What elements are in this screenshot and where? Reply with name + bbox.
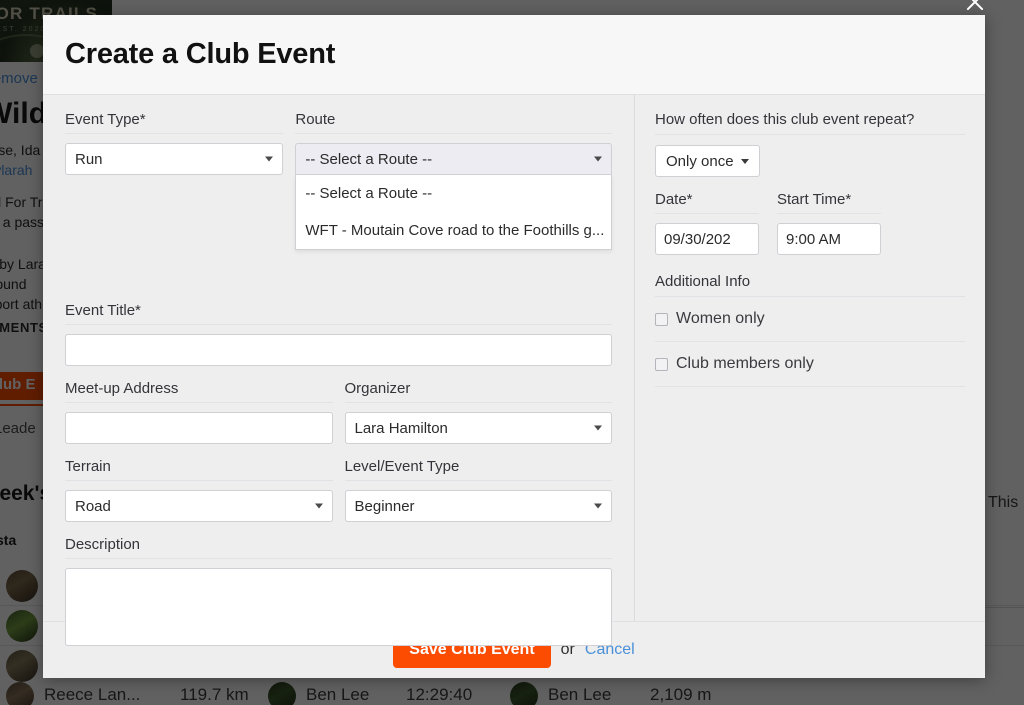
meetup-address-input[interactable]	[65, 412, 333, 444]
repeat-frequency-dropdown[interactable]: Only once	[655, 145, 760, 177]
repeat-frequency-value: Only once	[666, 153, 734, 170]
row-address-organizer: Meet-up Address Organizer Lara Hamilton	[65, 380, 612, 458]
row-terrain-level: Terrain Road Level/Event Type Beginner	[65, 458, 612, 536]
date-input[interactable]: 09/30/202	[655, 223, 759, 255]
field-event-title: Event Title*	[65, 302, 612, 366]
checkbox-icon[interactable]	[655, 313, 668, 326]
organizer-select[interactable]: Lara Hamilton	[345, 412, 613, 444]
field-level-event-type: Level/Event Type Beginner	[345, 458, 613, 522]
page-title: Create a Club Event	[65, 38, 335, 71]
close-icon[interactable]	[962, 0, 988, 15]
route-dropdown-list: -- Select a Route -- WFT - Moutain Cove …	[295, 175, 612, 250]
modal-header: Create a Club Event	[43, 15, 985, 95]
page-root: FOR TRAILS EST. 2020 Remove Wild For Boi…	[0, 0, 1024, 705]
field-date: Date* 09/30/202	[655, 191, 759, 255]
level-event-type-value: Beginner	[355, 498, 415, 515]
field-description: Description	[65, 536, 612, 646]
organizer-label: Organizer	[345, 380, 613, 403]
repeat-question-label: How often does this club event repeat?	[655, 111, 965, 135]
field-event-type: Event Type* Run	[65, 111, 283, 250]
route-option[interactable]: WFT - Moutain Cove road to the Foothills…	[296, 212, 611, 249]
row-event-type-route: Event Type* Run Route -- Select a Route …	[65, 111, 612, 264]
form-left-column: Event Type* Run Route -- Select a Route …	[43, 95, 634, 621]
event-title-label: Event Title*	[65, 302, 612, 325]
route-value: -- Select a Route --	[305, 151, 432, 168]
modal-body: Event Type* Run Route -- Select a Route …	[43, 95, 985, 621]
terrain-select[interactable]: Road	[65, 490, 333, 522]
additional-info-label: Additional Info	[655, 273, 965, 297]
chevron-down-icon	[594, 426, 602, 431]
event-type-value: Run	[75, 151, 103, 168]
field-start-time: Start Time* 9:00 AM	[777, 191, 881, 255]
form-right-column: How often does this club event repeat? O…	[634, 95, 985, 621]
description-textarea[interactable]	[65, 568, 612, 646]
field-route: Route -- Select a Route -- -- Select a R…	[295, 111, 612, 250]
field-terrain: Terrain Road	[65, 458, 333, 522]
meetup-address-label: Meet-up Address	[65, 380, 333, 403]
event-title-input[interactable]	[65, 334, 612, 366]
chevron-down-icon	[594, 504, 602, 509]
event-type-select[interactable]: Run	[65, 143, 283, 175]
route-option[interactable]: -- Select a Route --	[296, 175, 611, 212]
checkbox-women-only[interactable]: Women only	[655, 297, 965, 342]
chevron-down-icon	[741, 159, 749, 164]
level-event-type-label: Level/Event Type	[345, 458, 613, 481]
field-organizer: Organizer Lara Hamilton	[345, 380, 613, 444]
terrain-label: Terrain	[65, 458, 333, 481]
field-meetup-address: Meet-up Address	[65, 380, 333, 444]
checkbox-label: Women only	[676, 310, 765, 328]
start-time-label: Start Time*	[777, 191, 881, 214]
date-label: Date*	[655, 191, 759, 214]
start-time-input[interactable]: 9:00 AM	[777, 223, 881, 255]
row-date-time: Date* 09/30/202 Start Time* 9:00 AM	[655, 191, 965, 255]
checkbox-label: Club members only	[676, 355, 814, 373]
chevron-down-icon	[315, 504, 323, 509]
description-label: Description	[65, 536, 612, 559]
chevron-down-icon	[594, 157, 602, 162]
checkbox-icon[interactable]	[655, 358, 668, 371]
level-event-type-select[interactable]: Beginner	[345, 490, 613, 522]
event-type-label: Event Type*	[65, 111, 283, 134]
route-label: Route	[295, 111, 612, 134]
chevron-down-icon	[265, 157, 273, 162]
checkbox-club-members-only[interactable]: Club members only	[655, 342, 965, 387]
create-club-event-modal: Create a Club Event Event Type* Run Rout…	[43, 15, 985, 678]
organizer-value: Lara Hamilton	[355, 420, 448, 437]
route-select-wrapper: -- Select a Route -- -- Select a Route -…	[295, 143, 612, 250]
route-select[interactable]: -- Select a Route --	[295, 143, 612, 175]
terrain-value: Road	[75, 498, 111, 515]
